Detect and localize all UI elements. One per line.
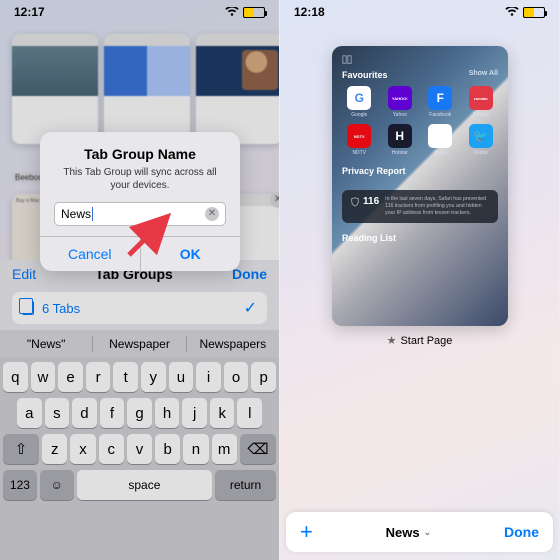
battery-icon: [243, 7, 265, 18]
chevron-down-icon: ⌄: [424, 527, 432, 538]
status-bar: 12:17: [0, 0, 279, 24]
phone-left: 12:17 Beeboc s, Fina... Buy a Mac or iPa…: [0, 0, 280, 560]
favourite-label: Apple: [434, 150, 447, 156]
reading-list-label: Reading List: [342, 233, 498, 243]
privacy-report-card[interactable]: 116 In the last seven days, Safari has p…: [342, 190, 498, 223]
tab-group-selector[interactable]: News ⌄: [386, 525, 432, 540]
favourite-twitter[interactable]: 🐦 Twitter: [464, 124, 499, 156]
alert-message: This Tab Group will sync across all your…: [54, 166, 226, 192]
tab-group-name-input[interactable]: News ✕: [54, 202, 226, 226]
favourite-label: Twitter: [473, 150, 488, 156]
input-value: News: [61, 207, 91, 221]
status-time: 12:17: [14, 5, 45, 19]
clear-input-icon[interactable]: ✕: [205, 207, 219, 221]
favourite-label: Google: [351, 112, 367, 118]
phone-right: 12:18 Favourites Show All GGoogleYAHOO!Y…: [280, 0, 560, 560]
favourite-facebook[interactable]: F Facebook: [423, 86, 458, 118]
start-page-card[interactable]: Favourites Show All G Google YAHOO! Yahoo FF…: [332, 46, 508, 326]
favourite-label: NDTV: [352, 150, 366, 156]
favourite-google[interactable]: G Google: [342, 86, 377, 118]
book-icon: [342, 55, 352, 65]
favourites-label: Favourites: [342, 70, 388, 80]
favourite-label: Hotstar: [392, 150, 408, 156]
card-topbar: [342, 54, 498, 66]
tab-group-name: News: [386, 525, 420, 540]
done-button[interactable]: Done: [504, 524, 539, 540]
favourite-icon: H: [388, 124, 412, 148]
status-icons: [225, 7, 265, 18]
favourite-icon: 🐦: [469, 124, 493, 148]
favourite-label: Zomato: [472, 112, 489, 118]
status-icons: [505, 7, 545, 18]
status-time: 12:18: [294, 5, 325, 19]
favourite-ndtv[interactable]: NDTV NDTV: [342, 124, 377, 156]
favourite-icon: NDTV: [347, 124, 371, 148]
wifi-icon: [225, 7, 239, 17]
tracker-count: 116: [363, 196, 379, 207]
status-bar: 12:18: [280, 0, 559, 24]
tab-group-name-alert: Tab Group Name This Tab Group will sync …: [40, 132, 240, 271]
favourite-yahoo[interactable]: YAHOO! Yahoo: [383, 86, 418, 118]
text-cursor: [92, 207, 93, 221]
battery-icon: [523, 7, 545, 18]
favourite-label: Facebook: [429, 112, 451, 118]
favourite-hotstar[interactable]: H Hotstar: [383, 124, 418, 156]
cancel-button[interactable]: Cancel: [40, 237, 140, 271]
ok-button[interactable]: OK: [140, 237, 241, 271]
show-all-link[interactable]: Show All: [469, 70, 498, 80]
favourite-icon: F: [428, 86, 452, 110]
start-page-label: ★Start Page: [280, 334, 559, 347]
favourite-zomato[interactable]: zomato Zomato: [464, 86, 499, 118]
shield-icon: [350, 197, 360, 207]
favourite-icon: YAHOO!: [388, 86, 412, 110]
favourite-icon: zomato: [469, 86, 493, 110]
new-tab-button[interactable]: +: [300, 519, 313, 545]
favourite-icon: G: [347, 86, 371, 110]
privacy-text: In the last seven days, Safari has preve…: [385, 196, 490, 217]
privacy-report-label: Privacy Report: [342, 166, 406, 176]
favourite-apple[interactable]: Apple: [423, 124, 458, 156]
bottom-toolbar: + News ⌄ Done: [286, 512, 553, 552]
star-icon: ★: [387, 335, 397, 347]
favourite-label: Yahoo: [393, 112, 407, 118]
wifi-icon: [505, 7, 519, 17]
favourite-icon: [428, 124, 452, 148]
modal-dim: [0, 0, 279, 560]
alert-title: Tab Group Name: [54, 146, 226, 162]
